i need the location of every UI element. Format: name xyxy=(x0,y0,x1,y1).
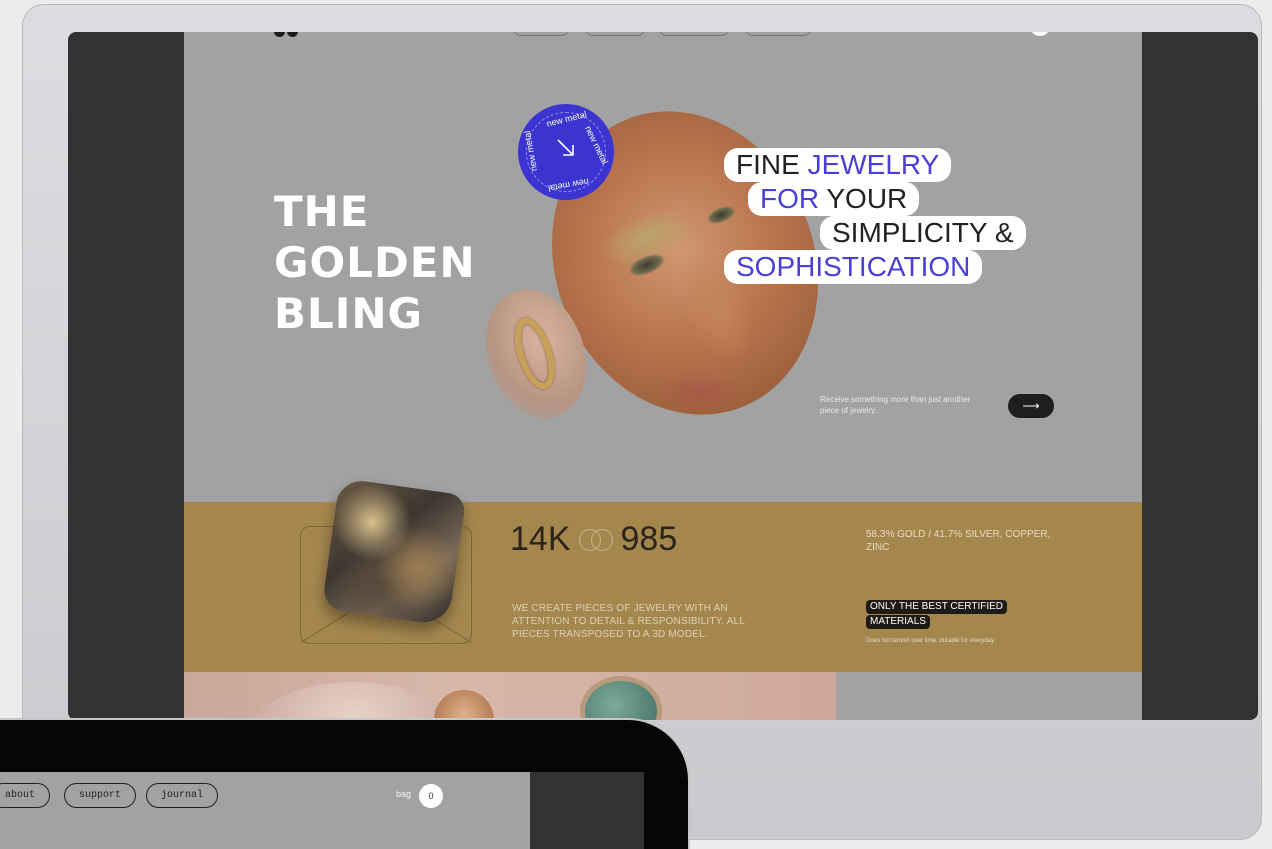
material-section: 14K 985 WE CREATE PIECES OF JEWELRY WITH… xyxy=(184,477,1142,672)
laptop-screen-edge xyxy=(530,772,644,849)
nav-pill-4[interactable] xyxy=(744,32,812,36)
nav-pill-2[interactable] xyxy=(584,32,646,36)
nav-journal[interactable]: journal xyxy=(146,783,219,808)
tagline-line: SIMPLICITY & xyxy=(820,216,1026,250)
desktop-monitor: THE GOLDEN BLING new metal new metal new… xyxy=(22,4,1262,840)
laptop-screen: about support journal bag 0 xyxy=(0,772,644,849)
cta-arrow-button[interactable]: ⟶ xyxy=(1008,394,1054,418)
nav-support[interactable]: support xyxy=(64,783,137,808)
nav-about[interactable]: about xyxy=(0,783,51,808)
certified-note: Does not tarnish over time, durable for … xyxy=(866,638,995,644)
hero-title-line: BLING xyxy=(274,289,424,338)
bag-label[interactable]: bag xyxy=(396,789,411,799)
hero-title-line: GOLDEN xyxy=(274,238,476,287)
monitor-screen: THE GOLDEN BLING new metal new metal new… xyxy=(68,32,1258,720)
karat-right: 985 xyxy=(620,520,678,558)
nav-pill-1[interactable] xyxy=(512,32,570,36)
hero-title-line: THE xyxy=(274,187,370,236)
arrow-down-right-icon xyxy=(557,139,574,156)
certified-label: ONLY THE BEST CERTIFIED MATERIALS xyxy=(866,600,1007,630)
bag-count-badge[interactable]: 0 xyxy=(419,784,443,808)
bag-count-badge[interactable] xyxy=(1030,32,1050,36)
karat-heading: 14K 985 xyxy=(510,520,677,559)
model-face-detail xyxy=(654,372,744,412)
website-preview: THE GOLDEN BLING new metal new metal new… xyxy=(184,32,1142,720)
new-metal-badge[interactable]: new metal new metal new metal new metal xyxy=(518,104,614,200)
karat-left: 14K xyxy=(510,520,571,558)
tagline-line: SOPHISTICATION xyxy=(724,250,983,284)
brand-logo[interactable] xyxy=(274,32,302,37)
tagline-line: FOR YOUR xyxy=(748,182,920,216)
nav-pill-3[interactable] xyxy=(658,32,730,36)
linked-rings-icon xyxy=(575,527,617,553)
tagline-line: FINE JEWELRY xyxy=(724,148,952,182)
raw-metal-stone-image xyxy=(321,477,467,627)
arrow-right-icon: ⟶ xyxy=(1022,399,1040,413)
material-description: WE CREATE PIECES OF JEWELRY WITH AN ATTE… xyxy=(512,603,745,640)
rings-photo xyxy=(184,672,836,720)
laptop-device: about support journal bag 0 xyxy=(0,720,688,849)
hero-title: THE GOLDEN BLING xyxy=(274,186,476,339)
hero-subtext: Receive something more than just another… xyxy=(820,395,971,415)
material-composition: 58.3% GOLD / 41.7% SILVER, COPPER, ZINC xyxy=(866,529,1051,553)
